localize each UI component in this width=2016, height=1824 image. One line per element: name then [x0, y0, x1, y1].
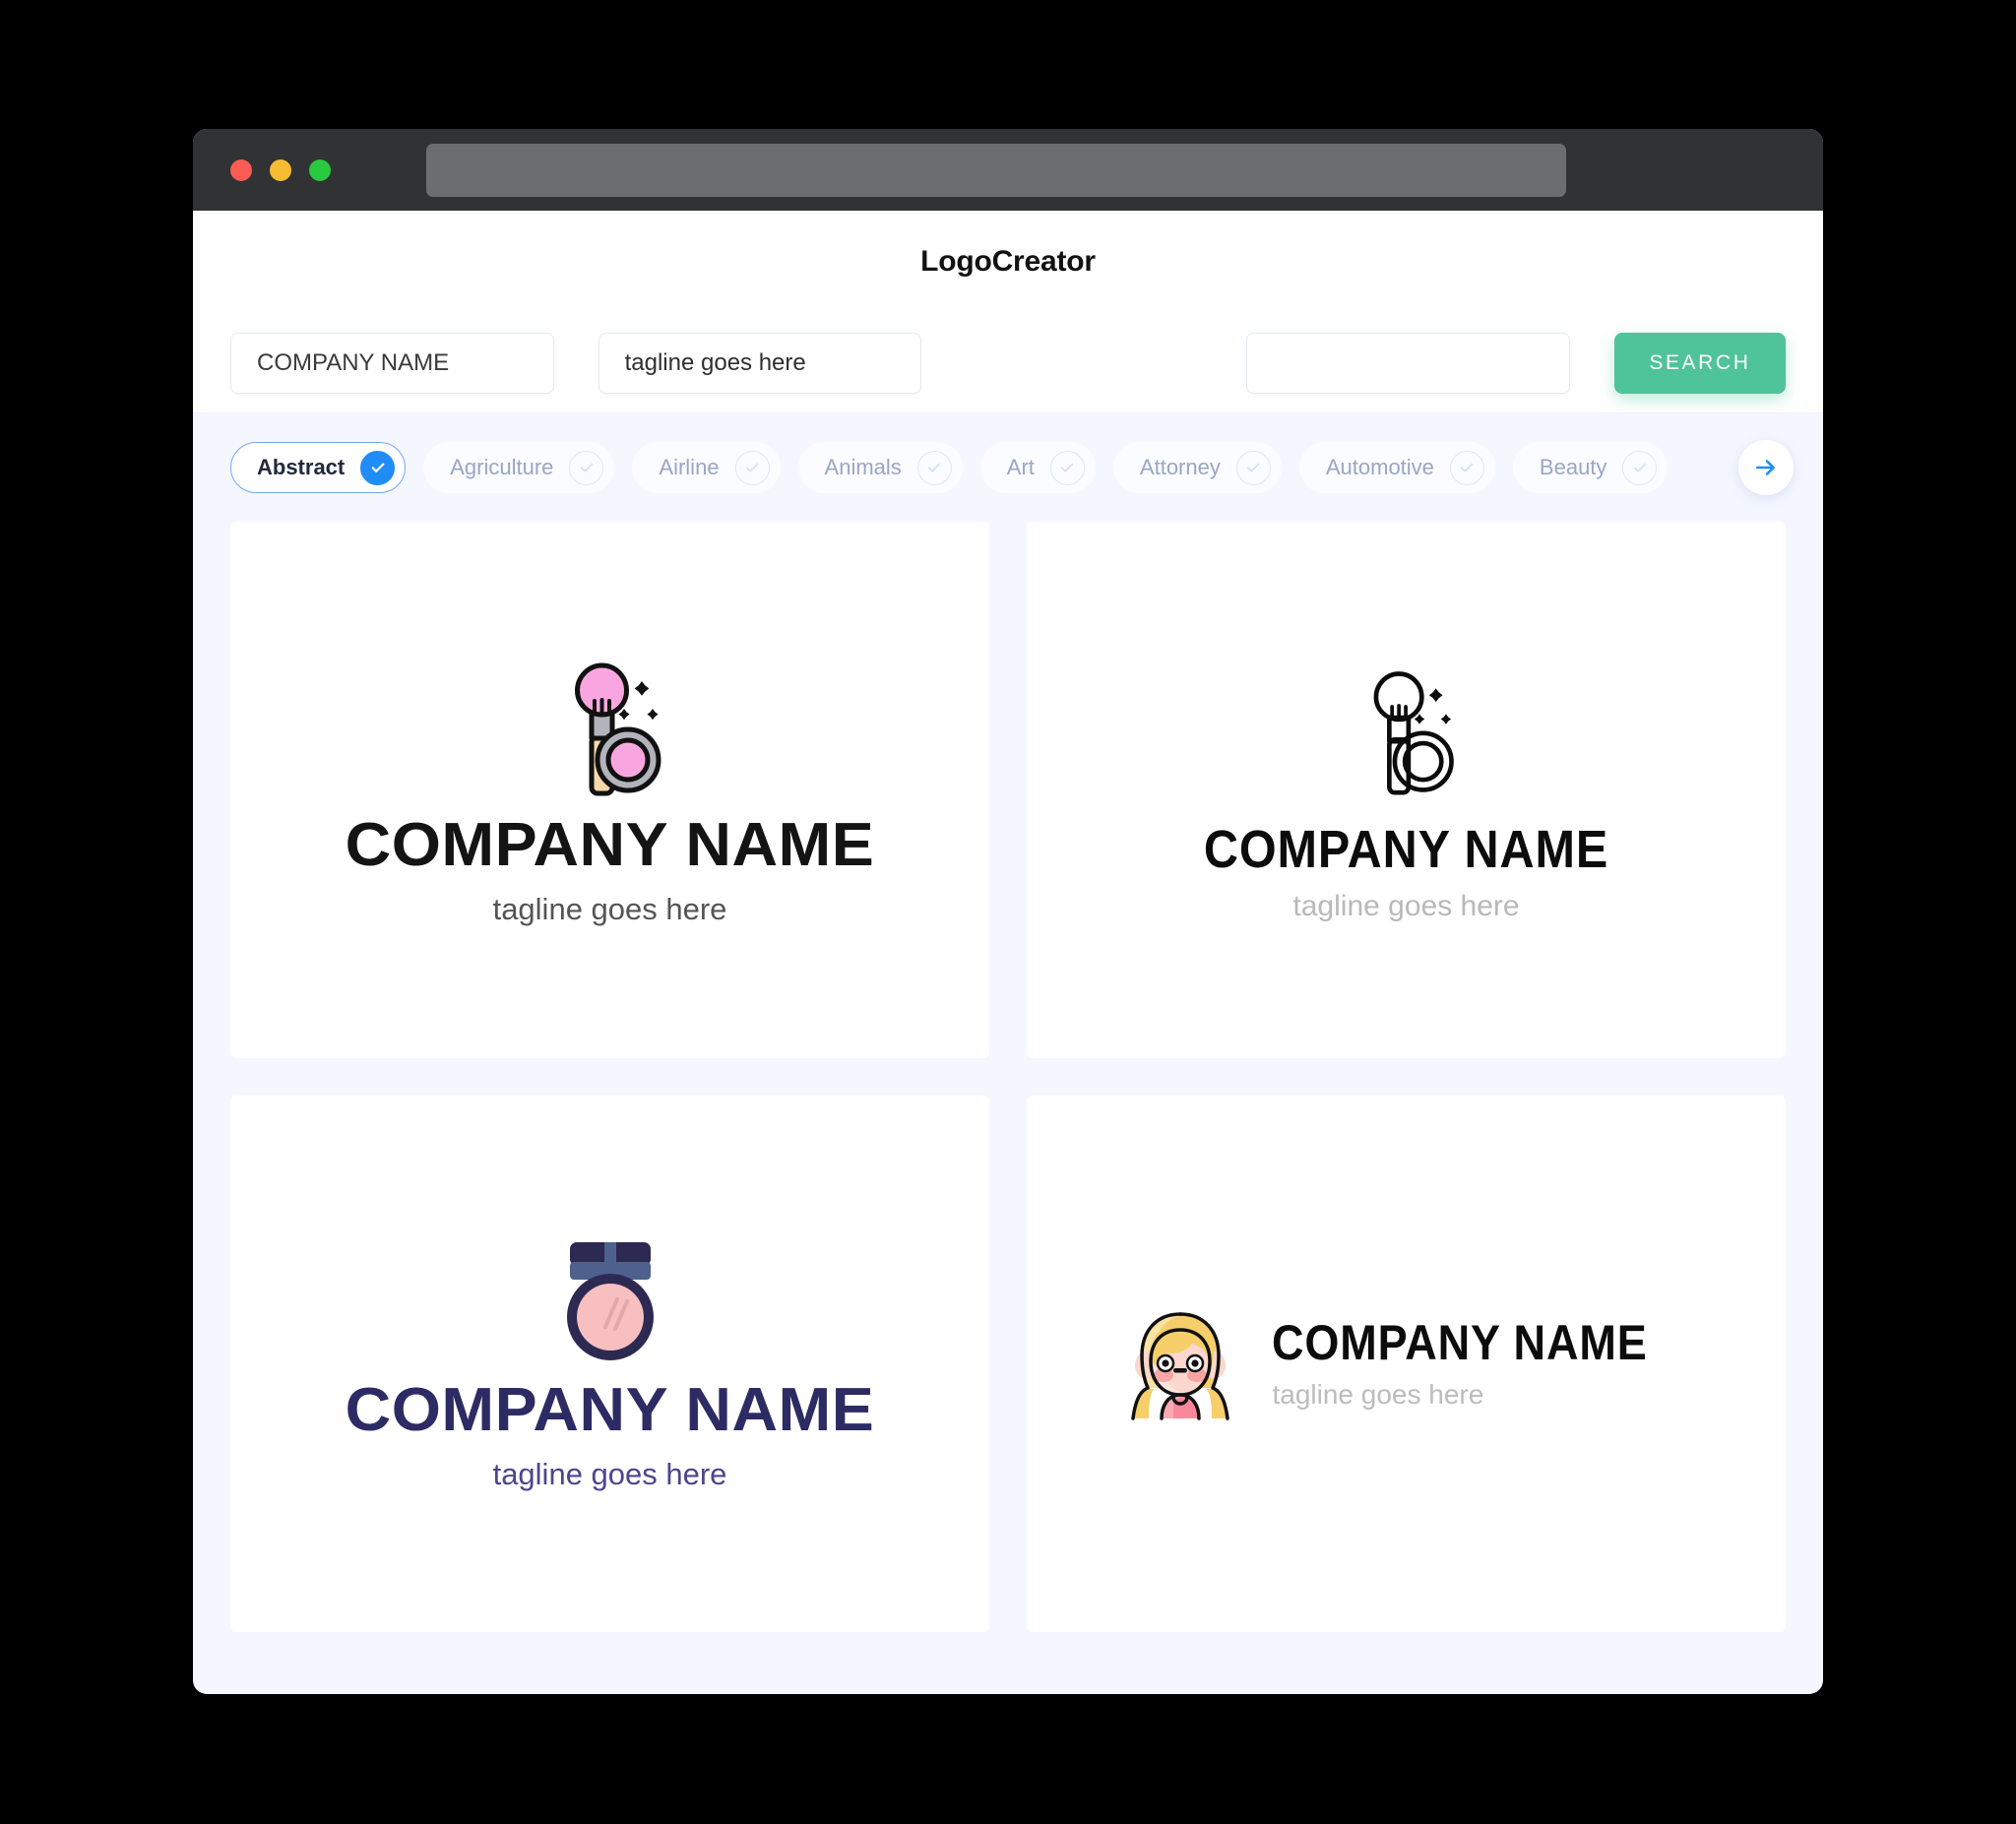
category-chip-agriculture[interactable]: Agriculture [423, 442, 615, 493]
makeup-brush-compact-outline-icon [1373, 670, 1454, 795]
logo-company-name: COMPANY NAME [345, 1375, 875, 1444]
traffic-lights [230, 158, 331, 181]
logo-card[interactable]: COMPANY NAME tagline goes here [230, 522, 989, 1058]
maximize-window-button[interactable] [309, 158, 331, 181]
company-name-value: COMPANY NAME [257, 348, 450, 376]
powder-compact-navy-icon [566, 1241, 654, 1360]
check-icon [1449, 450, 1484, 485]
url-bar[interactable] [426, 143, 1566, 197]
category-chip-label: Abstract [257, 455, 346, 479]
category-chip-beauty[interactable]: Beauty [1512, 442, 1669, 493]
logo-tagline: tagline goes here [1272, 1378, 1484, 1410]
logo-company-name: COMPANY NAME [345, 810, 875, 879]
category-chip-automotive[interactable]: Automotive [1298, 442, 1495, 493]
blonde-girl-avatar-icon [1131, 1311, 1230, 1420]
category-chip-art[interactable]: Art [979, 442, 1096, 493]
app-title: LogoCreator [920, 245, 1096, 278]
logo-card[interactable]: COMPANY NAME tagline goes here [230, 1096, 989, 1632]
logo-text-block: COMPANY NAME tagline goes here [1272, 1318, 1689, 1411]
logo-card[interactable]: COMPANY NAME tagline goes here [1027, 1096, 1786, 1632]
logo-preview: COMPANY NAME tagline goes here [346, 654, 874, 927]
app-header: LogoCreator [193, 211, 1823, 313]
category-chip-label: Beauty [1539, 455, 1607, 479]
check-icon [916, 450, 952, 485]
check-icon [360, 450, 396, 485]
logo-preview: COMPANY NAME tagline goes here [1181, 658, 1631, 923]
category-chip-label: Airline [659, 455, 720, 479]
check-icon [1049, 450, 1085, 485]
logo-company-name: COMPANY NAME [1203, 819, 1609, 879]
check-icon [1235, 450, 1271, 485]
category-chip-label: Agriculture [450, 455, 554, 479]
logo-preview: COMPANY NAME tagline goes here [346, 1236, 874, 1492]
arrow-right-icon [1756, 460, 1775, 475]
tagline-input[interactable]: tagline goes here [598, 332, 922, 394]
logo-card[interactable]: COMPANY NAME tagline goes here [1027, 522, 1786, 1058]
logo-results-grid: COMPANY NAME tagline goes here COMPANY N… [193, 522, 1823, 1632]
minimize-window-button[interactable] [270, 158, 291, 181]
category-chip-label: Art [1006, 455, 1035, 479]
check-icon [734, 450, 770, 485]
search-bar: COMPANY NAME tagline goes here SEARCH [193, 313, 1823, 413]
category-chip-label: Automotive [1325, 455, 1434, 479]
category-chip-abstract[interactable]: Abstract [230, 442, 407, 493]
makeup-brush-compact-color-icon [574, 662, 661, 795]
category-chip-airline[interactable]: Airline [632, 442, 781, 493]
category-chip-label: Animals [824, 455, 902, 479]
category-chip-animals[interactable]: Animals [797, 442, 963, 493]
logo-company-name: COMPANY NAME [1272, 1314, 1649, 1370]
company-name-input[interactable]: COMPANY NAME [230, 332, 554, 394]
browser-titlebar [193, 129, 1823, 211]
tagline-value: tagline goes here [624, 348, 806, 376]
check-icon [569, 450, 604, 485]
category-chip-label: Attorney [1139, 455, 1221, 479]
category-filter-bar: Abstract Agriculture Airline Animals Art Atto… [193, 413, 1823, 522]
logo-tagline: tagline goes here [492, 1456, 727, 1491]
logo-tagline: tagline goes here [492, 891, 727, 926]
logo-preview: COMPANY NAME tagline goes here [1122, 1306, 1689, 1422]
browser-window: LogoCreator COMPANY NAME tagline goes he… [193, 129, 1823, 1694]
keyword-input[interactable] [1246, 332, 1570, 394]
categories-next-button[interactable] [1738, 440, 1794, 495]
logo-tagline: tagline goes here [1292, 889, 1520, 922]
search-button[interactable]: SEARCH [1613, 332, 1786, 394]
check-icon [1622, 450, 1658, 485]
category-chip-attorney[interactable]: Attorney [1112, 442, 1282, 493]
close-window-button[interactable] [230, 158, 252, 181]
